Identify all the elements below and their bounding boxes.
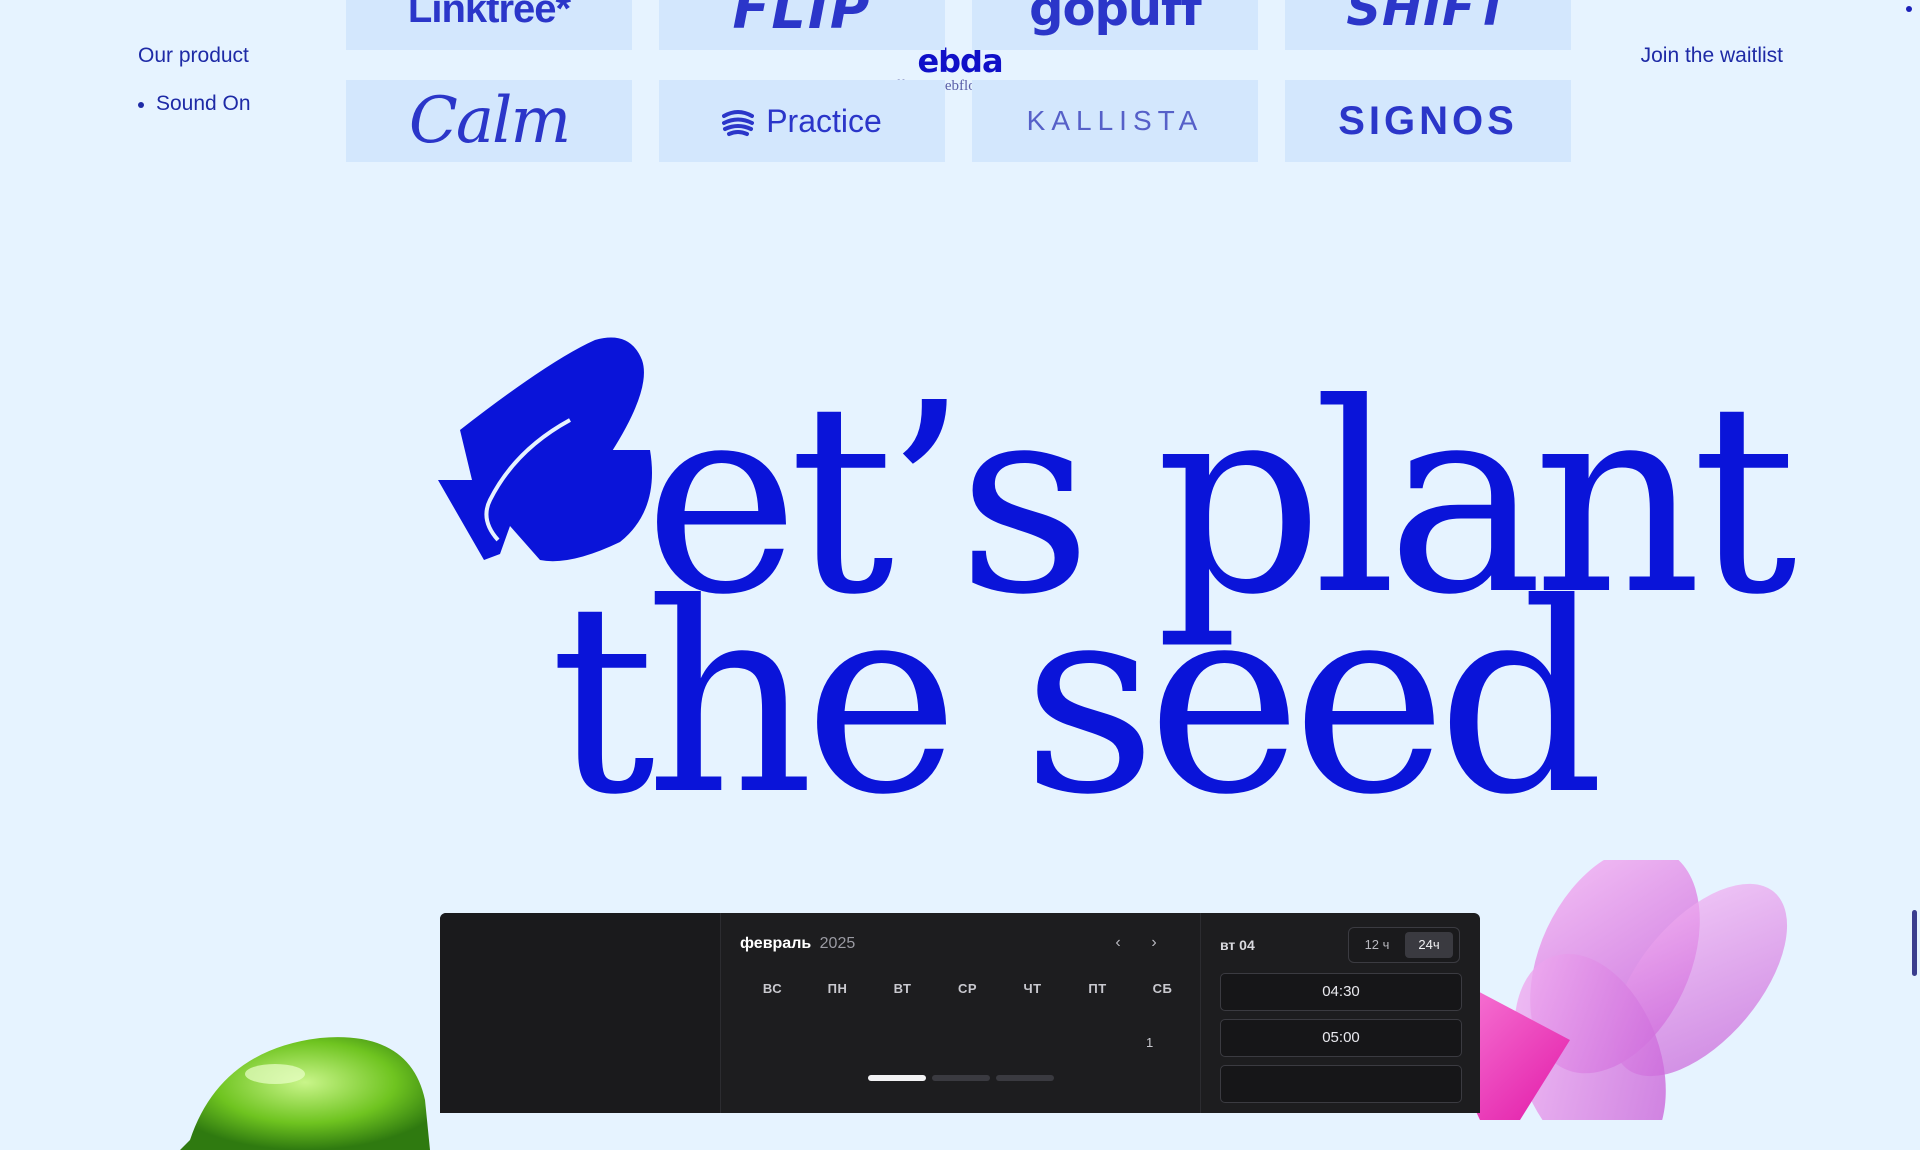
logo-gopuff: gopuff (1029, 0, 1202, 37)
weekday-mon: ПН (827, 981, 848, 996)
logo-kallista: KALLISTA (1026, 105, 1204, 136)
logo-tile-shift: SHIFT (1285, 0, 1571, 50)
logo-tile-flip: FLIP (659, 0, 945, 50)
chevron-left-icon[interactable]: ‹ (1106, 931, 1130, 955)
logo-tile-gopuff: gopuff (972, 0, 1258, 50)
calendar-day-selected[interactable] (868, 1075, 926, 1081)
logo-practice: Practice (722, 103, 882, 140)
hero-headline: L et’s plant the seed (0, 330, 1920, 850)
calendar-month: февраль (740, 935, 812, 952)
date-time-picker: февраль 2025 ‹ › ВС ПН ВТ СР ЧТ ПТ СБ 1 … (440, 913, 1480, 1113)
logo-calm: Calm (408, 84, 571, 158)
chevron-right-icon[interactable]: › (1142, 931, 1166, 955)
time-slot-button[interactable]: 05:00 (1220, 1019, 1462, 1057)
time-slot-button[interactable] (1220, 1065, 1462, 1103)
green-glass-shape (180, 1037, 430, 1150)
calendar-day[interactable] (996, 1075, 1054, 1081)
selected-date-label: вт 04 (1220, 937, 1255, 953)
sparkle-dot (1906, 6, 1912, 12)
logo-flip: FLIP (732, 0, 872, 41)
time-format-12h-button[interactable]: 12 ч (1353, 932, 1401, 958)
weekday-sat: СБ (1152, 981, 1173, 996)
logo-tile-practice: Practice (659, 80, 945, 162)
logo-practice-text: Practice (766, 102, 882, 139)
nav-submenu: Sound On (138, 92, 251, 116)
nav-sound-on[interactable]: Sound On (138, 92, 251, 116)
hero-l-letter: L (430, 562, 437, 573)
practice-waves-icon (722, 110, 755, 137)
picker-side-panel (440, 913, 720, 1113)
logo-signos: SIGNOS (1338, 98, 1518, 143)
weekday-fri: ПТ (1088, 981, 1107, 996)
logo-tile-signos: SIGNOS (1285, 80, 1571, 162)
calendar-header: февраль 2025 (740, 935, 855, 953)
picker-divider-time (1200, 913, 1201, 1113)
time-format-24h-button[interactable]: 24ч (1405, 932, 1453, 958)
logo-tile-kallista: KALLISTA (972, 80, 1258, 162)
calendar-day[interactable]: 1 (1146, 1035, 1153, 1050)
time-format-toggle: 12 ч 24ч (1348, 927, 1460, 963)
calendar-day[interactable] (932, 1075, 990, 1081)
weekday-tue: ВТ (893, 981, 912, 996)
weekday-thu: ЧТ (1023, 981, 1042, 996)
logo-shift: SHIFT (1346, 0, 1510, 37)
logo-tile-calm: Calm (346, 80, 632, 162)
time-slot-button[interactable]: 04:30 (1220, 973, 1462, 1011)
join-waitlist-link[interactable]: Join the waitlist (1641, 44, 1783, 68)
hero-line-2: the seed (550, 547, 1605, 852)
weekday-sun: ВС (762, 981, 783, 996)
nav-our-product[interactable]: Our product (138, 44, 251, 68)
logo-linktree: Linktree* (407, 0, 571, 31)
calendar-year: 2025 (819, 935, 856, 952)
scrollbar-thumb[interactable] (1912, 910, 1917, 976)
nav-left: Our product Sound On (138, 44, 251, 116)
logo-tile-linktree: Linktree* (346, 0, 632, 50)
calendar-weekdays: ВС ПН ВТ СР ЧТ ПТ СБ (740, 981, 1195, 996)
picker-divider (720, 913, 721, 1113)
weekday-wed: СР (957, 981, 978, 996)
